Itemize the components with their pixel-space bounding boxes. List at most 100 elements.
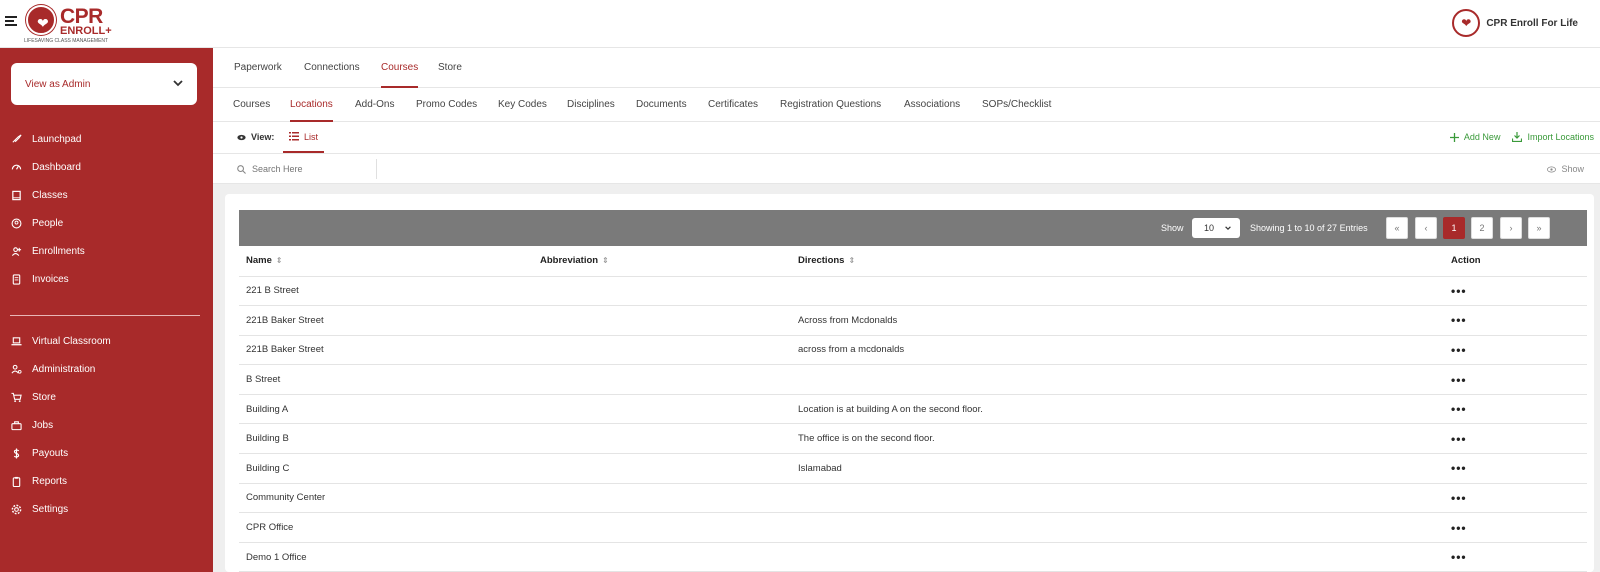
subtab-add-ons[interactable]: Add-Ons [355, 88, 394, 122]
table-row[interactable]: 221 B Street ••• [239, 276, 1587, 307]
org-profile[interactable]: ❤ CPR Enroll For Life [1452, 8, 1578, 38]
next-page-button[interactable]: › [1500, 217, 1522, 239]
sidebar-item-enrollments[interactable]: Enrollments [10, 237, 205, 265]
table-row[interactable]: 221B Baker Street Across from Mcdonalds ••… [239, 305, 1587, 336]
dollar-icon [10, 447, 22, 459]
column-header-abbreviation[interactable]: Abbreviation ⇕ [533, 246, 791, 277]
tab-courses[interactable]: Courses [381, 48, 419, 88]
cell-action: ••• [1444, 542, 1587, 572]
more-actions-icon[interactable]: ••• [1451, 432, 1467, 446]
table-row[interactable]: 221B Baker Street across from a mcdonalds… [239, 335, 1587, 366]
prev-page-button[interactable]: ‹ [1415, 217, 1437, 239]
add-new-button[interactable]: Add New [1449, 132, 1501, 142]
subtab-locations[interactable]: Locations [290, 88, 333, 122]
tab-paperwork[interactable]: Paperwork [234, 48, 282, 88]
subtab-sops-checklist[interactable]: SOPs/Checklist [982, 88, 1051, 122]
tab-store[interactable]: Store [438, 48, 462, 88]
table-row[interactable]: B Street ••• [239, 364, 1587, 395]
more-actions-icon[interactable]: ••• [1451, 313, 1467, 327]
sidebar-item-label: Settings [32, 503, 69, 515]
first-page-button[interactable]: « [1386, 217, 1408, 239]
more-actions-icon[interactable]: ••• [1451, 402, 1467, 416]
subtab-certificates[interactable]: Certificates [708, 88, 758, 122]
sidebar-item-invoices[interactable]: Invoices [10, 265, 205, 293]
cell-directions: Location is at building A on the second … [791, 394, 1444, 425]
more-actions-icon[interactable]: ••• [1451, 461, 1467, 475]
column-header-name[interactable]: Name ⇕ [239, 246, 533, 277]
hamburger-menu-icon[interactable] [5, 16, 17, 26]
page-button-1[interactable]: 1 [1443, 217, 1465, 239]
sort-icon: ⇕ [848, 256, 856, 266]
more-actions-icon[interactable]: ••• [1451, 550, 1467, 564]
subtab-documents[interactable]: Documents [636, 88, 687, 122]
sidebar-item-label: Payouts [32, 447, 69, 459]
subtab-key-codes[interactable]: Key Codes [498, 88, 547, 122]
more-actions-icon[interactable]: ••• [1451, 343, 1467, 357]
search-bar: Show [213, 154, 1600, 184]
table-row[interactable]: CPR Office ••• [239, 512, 1587, 543]
sidebar-item-dashboard[interactable]: Dashboard [10, 153, 205, 181]
table-row[interactable]: Community Center ••• [239, 483, 1587, 514]
column-header-directions[interactable]: Directions ⇕ [791, 246, 1444, 277]
search-input[interactable] [252, 164, 362, 174]
sidebar-item-classes[interactable]: Classes [10, 181, 205, 209]
more-actions-icon[interactable]: ••• [1451, 373, 1467, 387]
subtab-associations[interactable]: Associations [904, 88, 960, 122]
org-name: CPR Enroll For Life [1486, 17, 1578, 29]
table-row[interactable]: Demo 1 Office ••• [239, 542, 1587, 572]
plus-icon [1449, 132, 1459, 142]
view-list-label: List [304, 131, 319, 142]
more-actions-icon[interactable]: ••• [1451, 521, 1467, 535]
sidebar-item-payouts[interactable]: Payouts [10, 439, 205, 467]
last-page-button[interactable]: » [1528, 217, 1550, 239]
more-actions-icon[interactable]: ••• [1451, 284, 1467, 298]
table-row[interactable]: Building A Location is at building A on t… [239, 394, 1587, 425]
users-cog-icon [10, 363, 22, 375]
page-size-select[interactable]: 10 [1192, 218, 1240, 238]
cell-action: ••• [1444, 394, 1587, 425]
import-locations-button[interactable]: Import Locations [1512, 132, 1594, 142]
sidebar-item-settings[interactable]: Settings [10, 495, 205, 523]
sidebar-item-jobs[interactable]: Jobs [10, 411, 205, 439]
cell-abbreviation [533, 276, 791, 307]
secondary-tabs: Courses Locations Add-Ons Promo Codes Key Co… [213, 88, 1600, 122]
sidebar-item-reports[interactable]: Reports [10, 467, 205, 495]
more-actions-icon[interactable]: ••• [1451, 491, 1467, 505]
subtab-promo-codes[interactable]: Promo Codes [416, 88, 477, 122]
view-label-text: View: [251, 132, 275, 142]
table-row[interactable]: Building B The office is on the second fl… [239, 423, 1587, 455]
search-icon [237, 164, 246, 174]
locations-table: Name ⇕ Abbreviation ⇕ Directions ⇕ Action 2… [239, 246, 1587, 572]
view-list-tab[interactable]: List [283, 122, 325, 153]
subtab-courses[interactable]: Courses [233, 88, 270, 122]
cell-name: Building A [239, 394, 533, 425]
sidebar-item-virtual-classroom[interactable]: Virtual Classroom [10, 327, 205, 355]
sidebar-item-administration[interactable]: Administration [10, 355, 205, 383]
cell-action: ••• [1444, 335, 1587, 366]
subtab-disciplines[interactable]: Disciplines [567, 88, 615, 122]
show-toggle[interactable]: Show [1547, 154, 1584, 184]
add-new-label: Add New [1463, 132, 1501, 142]
content-area: Show 10 Showing 1 to 10 of 27 Entries « … [213, 184, 1600, 572]
sidebar-item-label: Store [32, 391, 56, 403]
cell-name: B Street [239, 364, 533, 395]
cell-abbreviation [533, 483, 791, 514]
nav-divider [10, 315, 200, 316]
cell-abbreviation [533, 364, 791, 395]
subtab-registration-questions[interactable]: Registration Questions [780, 88, 881, 122]
role-select[interactable]: View as Admin [11, 63, 197, 105]
sidebar-item-launchpad[interactable]: Launchpad [10, 125, 205, 153]
book-icon [10, 189, 22, 201]
page-button-2[interactable]: 2 [1471, 217, 1493, 239]
sidebar-item-people[interactable]: People [10, 209, 205, 237]
cell-action: ••• [1444, 453, 1587, 484]
cell-directions: The office is on the second floor. [791, 423, 1444, 455]
nav-primary: Launchpad Dashboard Classes People Enrollmen… [10, 125, 205, 293]
sidebar-item-store[interactable]: Store [10, 383, 205, 411]
tab-connections[interactable]: Connections [304, 48, 360, 88]
app-logo[interactable]: ❤ CPR ENROLL+ LIFESAVING CLASS MANAGEMEN… [24, 3, 112, 45]
cell-name: 221B Baker Street [239, 305, 533, 336]
list-icon [289, 132, 299, 141]
cell-abbreviation [533, 335, 791, 366]
table-row[interactable]: Building C Islamabad ••• [239, 453, 1587, 484]
